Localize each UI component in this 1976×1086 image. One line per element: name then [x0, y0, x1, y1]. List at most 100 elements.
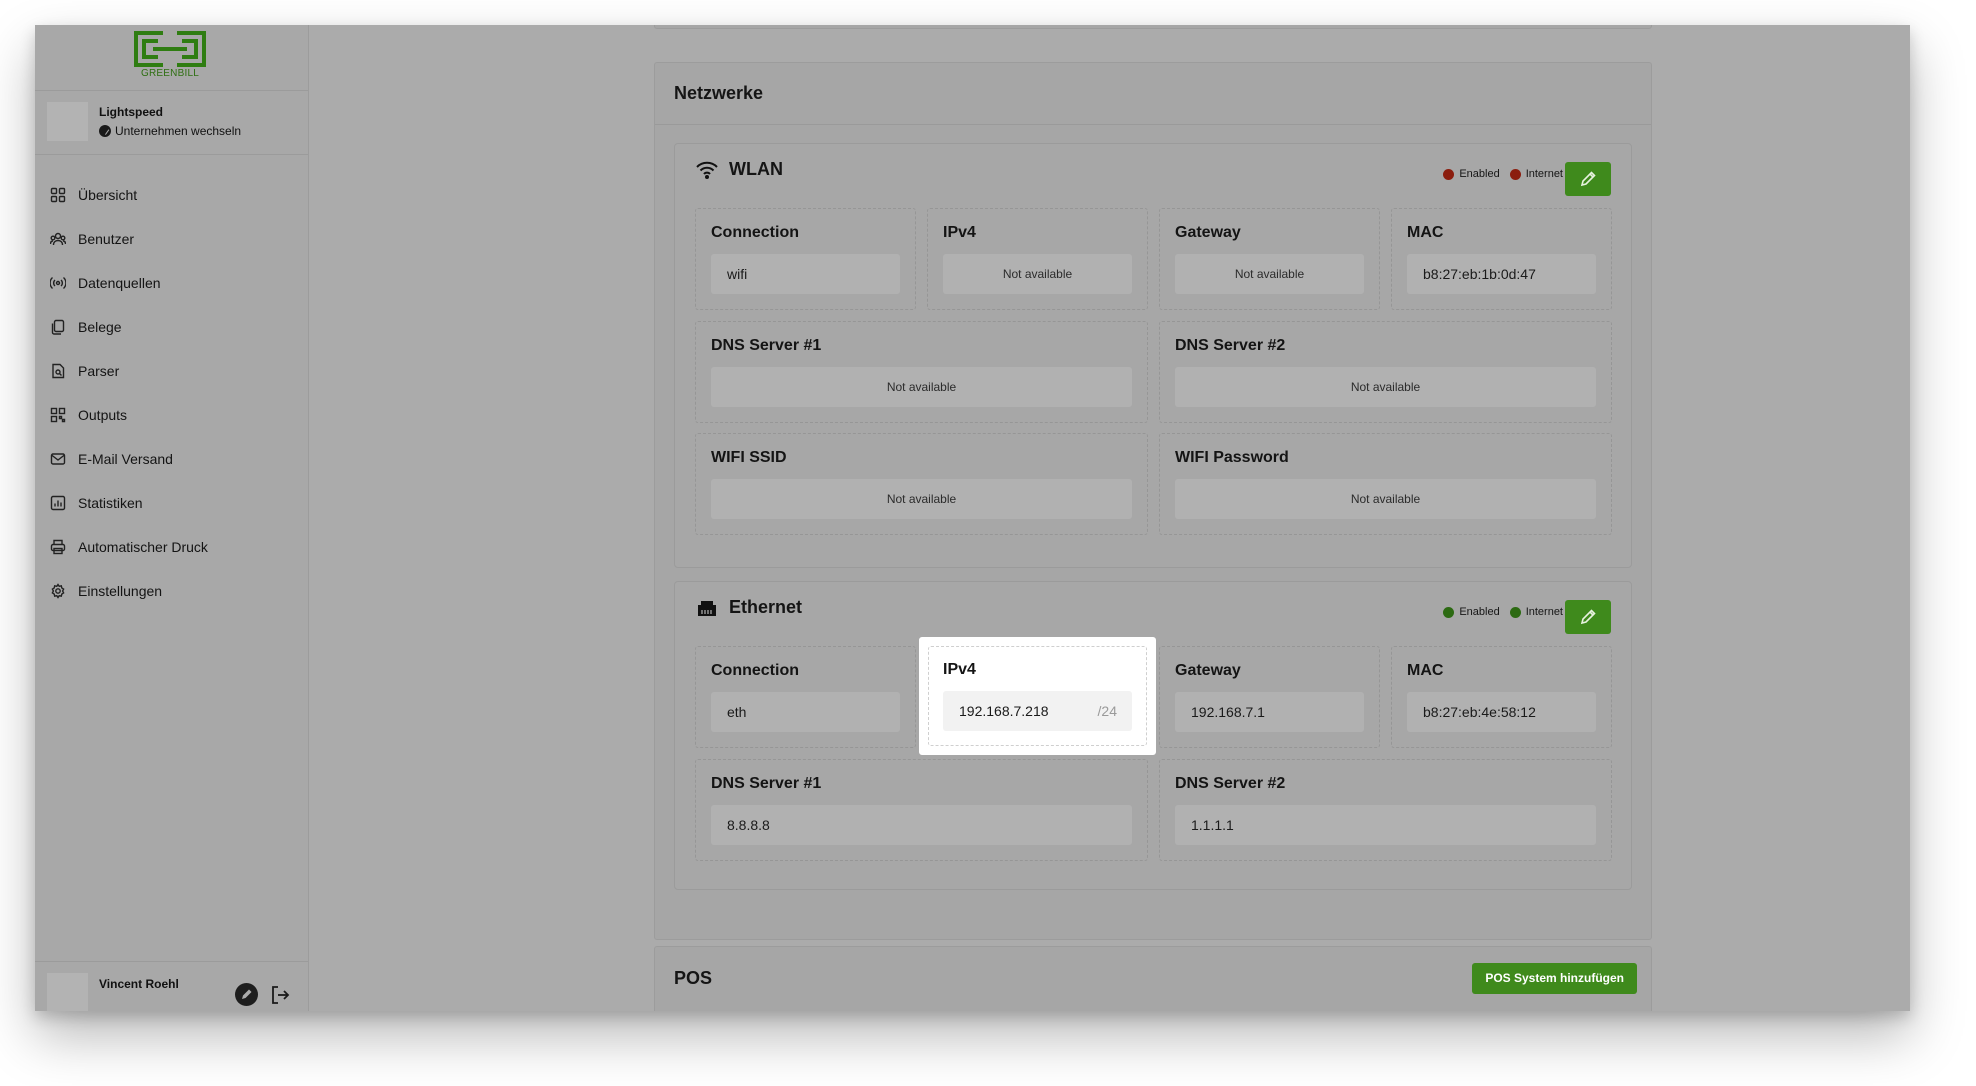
wlan-gateway-value[interactable]: Not available: [1175, 254, 1364, 294]
ethernet-title: Ethernet: [695, 597, 802, 618]
badge-label: Internet: [1525, 168, 1563, 180]
sidebar-item-label: Statistiken: [78, 495, 143, 511]
ethernet-ipv4-input[interactable]: 192.168.7.218 /24: [943, 691, 1132, 731]
wlan-title-text: WLAN: [729, 159, 783, 179]
wlan-ssid-value[interactable]: Not available: [711, 479, 1132, 519]
users-icon: [50, 232, 66, 246]
add-pos-system-button[interactable]: POS System hinzufügen: [1472, 963, 1637, 994]
pos-card: POS POS System hinzufügen: [654, 946, 1652, 1011]
ethernet-status-badges: Enabled Internet: [1443, 606, 1563, 618]
app-window: GREENBILL Lightspeed Unternehmen wechsel…: [35, 25, 1910, 1011]
sidebar-item-email-versand[interactable]: E-Mail Versand: [35, 437, 308, 481]
field-label: Connection: [711, 224, 799, 241]
ethernet-connection-value[interactable]: eth: [711, 692, 900, 732]
sidebar-item-benutzer[interactable]: Benutzer: [35, 217, 308, 261]
wlan-title: WLAN: [695, 159, 783, 180]
enabled-badge: Enabled: [1443, 606, 1500, 618]
edit-profile-button[interactable]: [235, 983, 258, 1006]
sidebar-item-label: E-Mail Versand: [78, 451, 173, 467]
divider: [655, 124, 1651, 125]
wlan-mac-value[interactable]: b8:27:eb:1b:0d:47: [1407, 254, 1596, 294]
wlan-dns1-value[interactable]: Not available: [711, 367, 1132, 407]
wlan-dns2-value[interactable]: Not available: [1175, 367, 1596, 407]
ethernet-gateway-field: Gateway 192.168.7.1: [1159, 646, 1380, 748]
status-dot: [1509, 606, 1521, 618]
chart-icon: [50, 495, 66, 511]
divider: [35, 961, 308, 962]
field-label: IPv4: [943, 224, 976, 241]
broadcast-icon: [50, 276, 66, 290]
user-avatar: [47, 973, 88, 1011]
ethernet-dns2-value[interactable]: 1.1.1.1: [1175, 805, 1596, 845]
wlan-edit-button[interactable]: [1565, 162, 1611, 196]
ethernet-gateway-value[interactable]: 192.168.7.1: [1175, 692, 1364, 732]
logout-icon: [272, 986, 290, 1004]
internet-badge: Internet: [1509, 606, 1563, 618]
field-label: IPv4: [943, 661, 976, 678]
ethernet-dns1-value[interactable]: 8.8.8.8: [711, 805, 1132, 845]
wlan-connection-value[interactable]: wifi: [711, 254, 900, 294]
sidebar: GREENBILL Lightspeed Unternehmen wechsel…: [35, 25, 309, 1011]
wlan-mac-field: MAC b8:27:eb:1b:0d:47: [1391, 208, 1612, 310]
networks-title: Netzwerke: [674, 83, 764, 103]
sidebar-item-datenquellen[interactable]: Datenquellen: [35, 261, 308, 305]
ethernet-icon: [698, 600, 716, 616]
qr-icon: [50, 407, 66, 423]
ethernet-connection-field: Connection eth: [695, 646, 916, 748]
ethernet-edit-button[interactable]: [1565, 600, 1611, 634]
wlan-gateway-field: Gateway Not available: [1159, 208, 1380, 310]
parser-icon: [52, 363, 65, 379]
networks-card: Netzwerke WLAN Enabled Internet Connecti…: [654, 62, 1652, 940]
sidebar-item-label: Benutzer: [78, 231, 135, 247]
pencil-icon: [242, 989, 252, 999]
ethernet-dns2-field: DNS Server #2 1.1.1.1: [1159, 759, 1612, 861]
sidebar-item-label: Automatischer Druck: [78, 539, 208, 555]
wlan-ssid-field: WIFI SSID Not available: [695, 433, 1148, 535]
switch-company-link[interactable]: Unternehmen wechseln: [99, 124, 241, 138]
field-label: MAC: [1407, 224, 1444, 241]
enabled-badge: Enabled: [1443, 168, 1500, 180]
wlan-password-value[interactable]: Not available: [1175, 479, 1596, 519]
ethernet-section: Ethernet Enabled Internet Connection eth…: [674, 581, 1632, 890]
sidebar-item-einstellungen[interactable]: Einstellungen: [35, 569, 308, 613]
logo-text: GREENBILL: [141, 68, 199, 79]
sidebar-item-automatischer-druck[interactable]: Automatischer Druck: [35, 525, 308, 569]
ethernet-dns1-field: DNS Server #1 8.8.8.8: [695, 759, 1148, 861]
sidebar-nav: Übersicht Benutzer Datenquellen Belege P…: [35, 173, 308, 613]
main-content: Netzwerke WLAN Enabled Internet Connecti…: [309, 25, 1910, 1011]
field-label: DNS Server #2: [1175, 337, 1286, 354]
status-dot: [1443, 168, 1455, 180]
sidebar-item-label: Einstellungen: [78, 583, 163, 599]
ethernet-title-text: Ethernet: [729, 597, 803, 617]
wlan-section: WLAN Enabled Internet Connection wifi IP…: [674, 143, 1632, 568]
greenbill-logo[interactable]: GREENBILL: [133, 30, 207, 86]
gear-icon: [51, 583, 65, 599]
logout-button[interactable]: [268, 983, 292, 1007]
sidebar-item-label: Outputs: [78, 407, 128, 423]
divider: [35, 90, 308, 91]
field-label: WIFI Password: [1175, 449, 1289, 466]
divider: [35, 154, 308, 155]
sidebar-item-parser[interactable]: Parser: [35, 349, 308, 393]
pencil-icon: [1580, 609, 1596, 625]
sidebar-item-label: Parser: [78, 363, 120, 379]
ethernet-ipv4-value: 192.168.7.218: [959, 703, 1049, 719]
field-label: WIFI SSID: [711, 449, 787, 466]
mail-icon: [50, 453, 66, 465]
sidebar-item-statistiken[interactable]: Statistiken: [35, 481, 308, 525]
sidebar-item-outputs[interactable]: Outputs: [35, 393, 308, 437]
wlan-ipv4-field: IPv4 Not available: [927, 208, 1148, 310]
wlan-connection-field: Connection wifi: [695, 208, 916, 310]
field-label: Gateway: [1175, 662, 1241, 679]
sidebar-item-label: Datenquellen: [78, 275, 161, 291]
internet-badge: Internet: [1509, 168, 1563, 180]
field-label: DNS Server #1: [711, 337, 822, 354]
sidebar-item-uebersicht[interactable]: Übersicht: [35, 173, 308, 217]
sidebar-item-label: Übersicht: [78, 187, 138, 203]
sidebar-item-label: Belege: [78, 319, 122, 335]
ethernet-mac-value[interactable]: b8:27:eb:4e:58:12: [1407, 692, 1596, 732]
sidebar-item-belege[interactable]: Belege: [35, 305, 308, 349]
compass-icon: [99, 125, 111, 137]
wlan-ipv4-value[interactable]: Not available: [943, 254, 1132, 294]
company-avatar: [47, 102, 88, 141]
